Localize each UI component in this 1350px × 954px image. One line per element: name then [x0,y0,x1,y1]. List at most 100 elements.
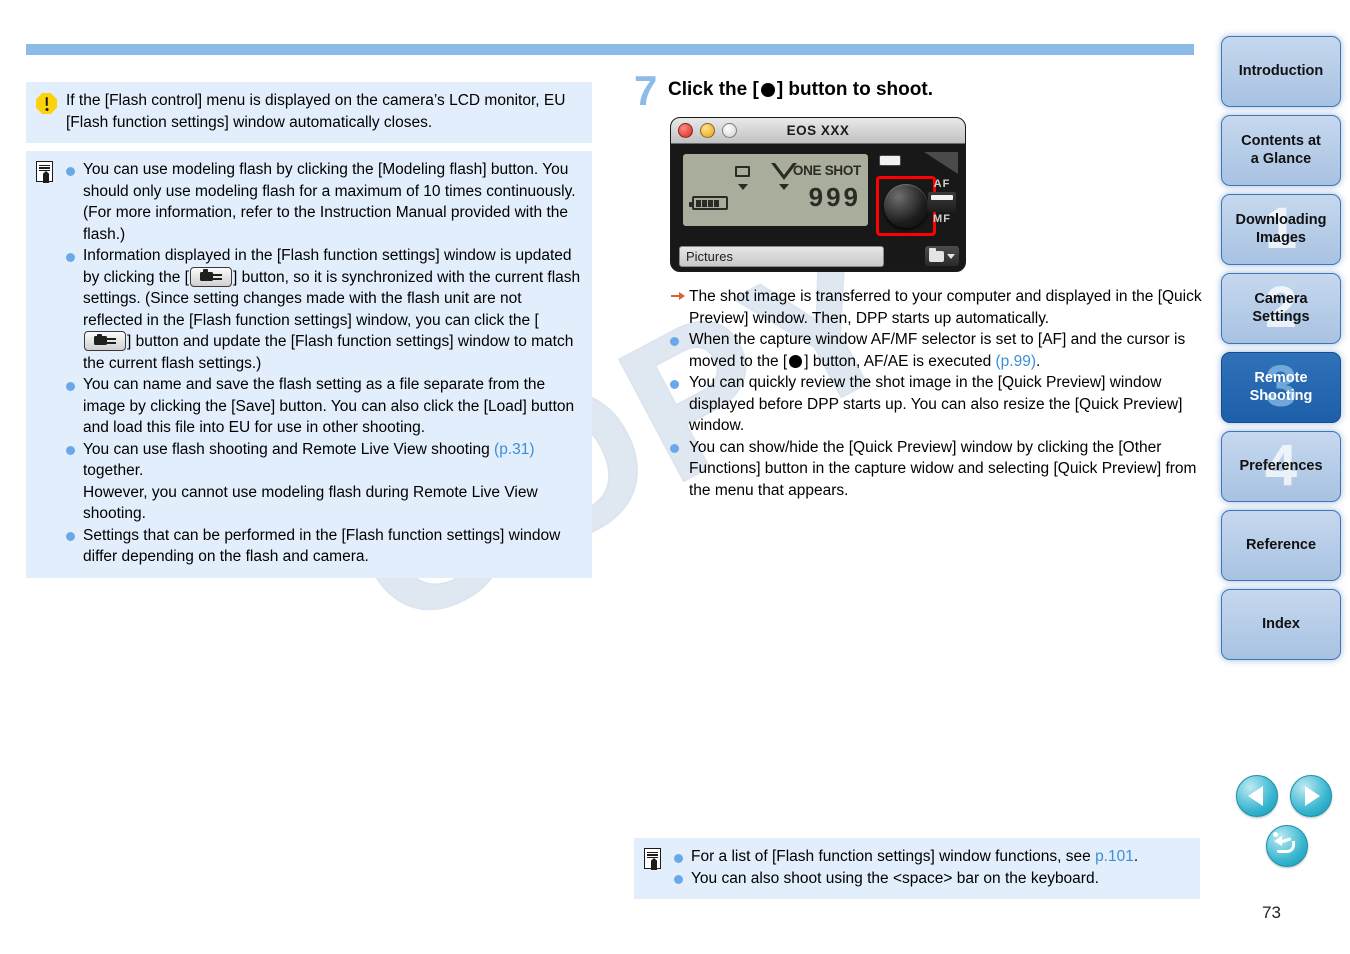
bottom-note-wrapper: For a list of [Flash function settings] … [634,838,1200,899]
right-column: 7 Click the [ ] button to shoot. EOS XXX … [634,67,1204,501]
sidebar-tab-camera-settings[interactable]: 2 Camera Settings [1221,273,1341,344]
battery-full-icon [689,196,728,210]
memo-note-list: You can use modeling flash by clicking t… [66,159,582,568]
sidebar-navigation: Introduction Contents at a Glance 1 Download… [1221,36,1341,668]
warning-note-box: If the [Flash control] menu is displayed… [26,82,592,143]
step-title-after: ] button to shoot. [776,79,933,100]
text-run: . [1133,848,1139,865]
sidebar-tab-introduction[interactable]: Introduction [1221,36,1341,107]
destination-folder-field[interactable]: Pictures [679,246,884,267]
capture-window-body: ONE SHOT 999 AF MF Pictures [671,144,965,271]
previous-page-button[interactable] [1236,775,1278,817]
af-mode-label: ONE SHOT [792,163,861,178]
camera-sync-button-icon [84,331,126,351]
triangle-left-icon [1248,786,1263,806]
header-accent-bar [26,44,1194,55]
text-run: You can name and save the flash setting … [83,376,575,436]
text-run: However, you cannot use modeling flash d… [83,483,538,523]
sidebar-tab-label: Reference [1245,536,1317,553]
step-results: The shot image is transferred to your co… [670,286,1204,501]
single-frame-icon [735,166,750,177]
return-button[interactable] [1266,825,1308,867]
list-item: The shot image is transferred to your co… [670,286,1204,329]
list-item: You can use flash shooting and Remote Li… [66,439,582,525]
list-item: When the capture window AF/MF selector i… [670,329,1204,372]
sidebar-tab-remote-shooting[interactable]: 3 Remote Shooting [1221,352,1341,423]
text-run: ] button and update the [Flash function … [83,333,574,372]
camera-sync-button-icon [189,266,232,287]
sidebar-tab-label: Introduction [1238,62,1324,79]
sidebar-tab-label: Remote Shooting [1249,370,1313,404]
folder-icon [929,247,944,262]
triangle-right-icon [1305,786,1321,806]
list-item: Settings that can be performed in the [F… [66,525,582,568]
next-page-button[interactable] [1290,775,1333,817]
sidebar-tab-downloading-images[interactable]: 1 Downloading Images [1221,194,1341,265]
corner-wedge-decoration [924,152,958,174]
page-navigation-buttons [1236,775,1336,867]
list-item: You can quickly review the shot image in… [670,372,1204,437]
shutter-release-button[interactable] [884,184,928,228]
sidebar-tab-preferences[interactable]: 4 Preferences [1221,431,1341,502]
shutter-dot-icon [789,354,803,368]
text-run: You can quickly review the shot image in… [689,374,1183,434]
mf-label: MF [933,213,951,225]
sidebar-tab-label: Downloading Images [1235,212,1327,246]
return-arrow-icon [1273,832,1299,857]
text-run: . [1036,352,1041,370]
indicator-lamp-icon [879,155,901,166]
text-run: You can use flash shooting and Remote Li… [83,440,495,458]
list-item: You can use modeling flash by clicking t… [66,159,582,245]
shutter-dot-icon [760,83,775,97]
text-run: ] button, AF/AE is executed [804,352,996,370]
list-item: You can also shoot using the <space> bar… [674,868,1190,890]
capture-window-titlebar: EOS XXX [671,118,965,144]
list-item: You can name and save the flash setting … [66,374,582,439]
step-number: 7 [634,67,658,114]
sidebar-tab-reference[interactable]: Reference [1221,510,1341,581]
lcd-panel: ONE SHOT 999 [683,154,868,226]
shots-remaining-value: 999 [808,182,861,212]
sidebar-tab-label: Contents at a Glance [1241,133,1321,167]
frame-caret-icon [738,184,748,190]
text-run: The shot image is transferred to your co… [689,288,1202,327]
text-run: You can use modeling flash by clicking t… [83,161,576,243]
text-run: together. [83,462,144,479]
destination-folder-button[interactable] [925,246,959,266]
af-label: AF [933,178,951,190]
page-reference-link[interactable]: (p.31) [494,441,535,458]
text-run: You can also shoot using the <space> bar… [691,869,1099,887]
left-column: If the [Flash control] menu is displayed… [26,82,592,578]
sidebar-tab-contents-at-a-glance[interactable]: Contents at a Glance [1221,115,1341,186]
bottom-note-list: For a list of [Flash function settings] … [674,846,1190,889]
page-number: 73 [1262,903,1281,922]
sidebar-tab-label: Index [1262,615,1300,632]
memo-pen-icon [36,159,66,184]
memo-pen-icon [644,846,674,871]
af-mf-selector[interactable]: AF MF [927,178,957,226]
list-item: You can show/hide the [Quick Preview] wi… [670,437,1204,502]
text-run: You can show/hide the [Quick Preview] wi… [689,438,1197,499]
step-title: Click the [ ] button to shoot. [668,74,933,103]
list-item: Information displayed in the [Flash func… [66,245,582,374]
page-reference-link[interactable]: p.101 [1095,848,1134,865]
results-list: The shot image is transferred to your co… [670,286,1204,501]
capture-window-title: EOS XXX [786,123,850,138]
sidebar-tab-label: Camera Settings [1252,291,1310,325]
page-reference-link[interactable]: (p.99) [996,353,1037,370]
af-mf-switch-track[interactable] [928,192,956,212]
warning-note-text: If the [Flash control] menu is displayed… [66,92,566,131]
text-run: For a list of [Flash function settings] … [691,848,1096,865]
memo-note-box: You can use modeling flash by clicking t… [26,151,592,578]
bottom-note-box: For a list of [Flash function settings] … [634,838,1200,899]
meter-caret-icon [779,184,789,190]
list-item: For a list of [Flash function settings] … [674,846,1190,868]
capture-window-screenshot: EOS XXX ONE SHOT 999 AF MF Pictures [670,117,966,272]
sidebar-tab-index[interactable]: Index [1221,589,1341,660]
sidebar-tab-label: Preferences [1239,457,1323,474]
chevron-down-icon [947,253,955,259]
text-run: Settings that can be performed in the [F… [83,526,561,566]
step-title-before: Click the [ [668,79,759,100]
warning-octagon-icon [36,90,66,114]
step-heading: 7 Click the [ ] button to shoot. [634,67,1204,114]
